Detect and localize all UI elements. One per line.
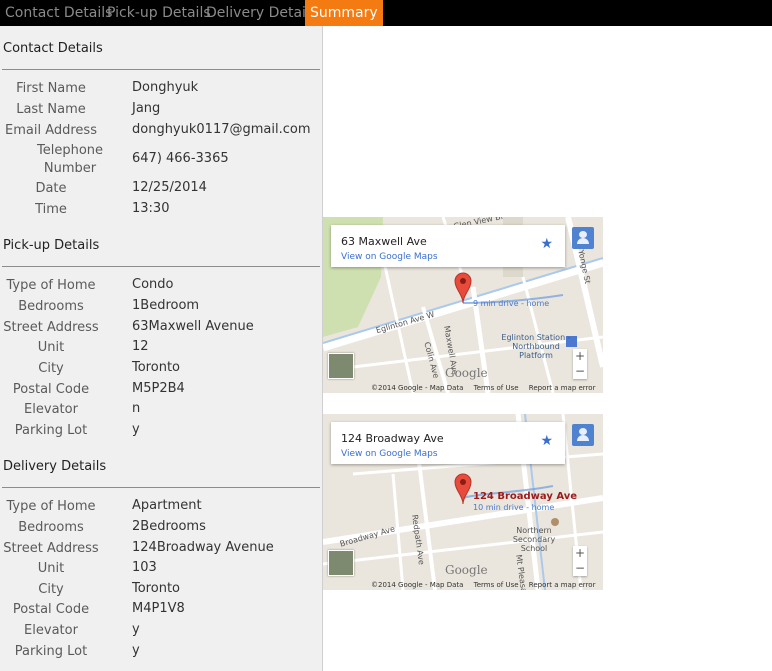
field-value: donghyuk0117@gmail.com [132, 122, 311, 137]
field-label: Postal Code [12, 382, 90, 397]
field-value: 124Broadway Avenue [132, 540, 274, 555]
field-label: Unit [37, 561, 65, 576]
view-on-google-maps-link[interactable]: View on Google Maps [341, 449, 438, 459]
field-label: Elevator [24, 623, 78, 638]
report-error-link[interactable]: Report a map error [529, 581, 596, 589]
delivery-section-title: Delivery Details [3, 459, 107, 474]
field-label: Parking Lot [14, 644, 88, 659]
drive-time: 9 min drive - home [473, 299, 550, 308]
field-label: Type of Home [6, 499, 96, 514]
view-on-google-maps-link[interactable]: View on Google Maps [341, 252, 438, 262]
field-label: Elevator [24, 402, 78, 417]
top-nav: Contact Details Pick-up Details Delivery… [0, 0, 772, 26]
pickup-section-title: Pick-up Details [3, 238, 100, 253]
school-label: Northern Secondary School [512, 526, 556, 553]
field-value: Apartment [132, 498, 202, 513]
tab-contact-details[interactable]: Contact Details [5, 0, 112, 26]
field-label: Postal Code [12, 602, 90, 617]
field-label: Last Name [16, 102, 86, 117]
map-data-text: ©2014 Google - Map Data [371, 384, 464, 392]
field-label: City [38, 582, 64, 597]
field-label: City [38, 361, 64, 376]
field-label: First Name [16, 81, 86, 96]
tab-pickup-details[interactable]: Pick-up Details [107, 0, 211, 26]
field-value: M4P1V8 [132, 601, 185, 616]
zoom-in-button[interactable]: + [573, 546, 587, 561]
field-label: Bedrooms [18, 299, 84, 314]
star-icon[interactable]: ★ [540, 433, 553, 449]
pickup-map[interactable]: Eglinton Ave W Maxwell Ave Colin Ave Yon… [323, 217, 603, 393]
pegman-icon[interactable] [572, 227, 594, 249]
map-data-text: ©2014 Google - Map Data [371, 581, 464, 589]
field-value: y [132, 622, 140, 637]
tab-delivery-details[interactable]: Delivery Details [206, 0, 317, 26]
field-label: Street Address [3, 541, 99, 556]
zoom-control: + − [573, 349, 587, 379]
field-label: Email Address [5, 123, 97, 138]
field-value: 63Maxwell Avenue [132, 319, 254, 334]
drive-time: 10 min drive - home [473, 503, 555, 512]
field-label: Telephone Number [36, 143, 104, 176]
tab-summary[interactable]: Summary [305, 0, 383, 26]
station-label: Eglinton Station - Northbound Platform [501, 333, 571, 360]
field-value: Toronto [132, 581, 180, 596]
satellite-thumbnail[interactable] [328, 550, 354, 576]
marker-label: 124 Broadway Ave [473, 491, 578, 502]
info-window: 124 Broadway Ave View on Google Maps ★ [331, 422, 565, 464]
field-label: Bedrooms [18, 520, 84, 535]
info-title: 63 Maxwell Ave [341, 235, 427, 248]
field-value: Toronto [132, 360, 180, 375]
divider [2, 487, 320, 488]
pegman-icon[interactable] [572, 424, 594, 446]
google-logo: Google [445, 563, 488, 577]
field-value: n [132, 401, 141, 416]
map-attribution: ©2014 Google - Map Data Terms of Use Rep… [371, 384, 603, 392]
field-value: y [132, 422, 140, 437]
field-label: Time [35, 202, 67, 217]
delivery-map[interactable]: 124 Broadway Ave 10 min drive - home Bro… [323, 414, 603, 590]
field-value: Donghyuk [132, 80, 199, 95]
divider [2, 266, 320, 267]
field-value: 13:30 [132, 201, 170, 216]
field-label: Type of Home [6, 278, 96, 293]
field-label: Date [35, 181, 67, 196]
star-icon[interactable]: ★ [540, 236, 553, 252]
map-attribution: ©2014 Google - Map Data Terms of Use Rep… [371, 581, 603, 589]
field-value: 647) 466-3365 [132, 151, 229, 166]
field-label: Street Address [3, 320, 99, 335]
field-value: y [132, 643, 140, 658]
report-error-link[interactable]: Report a map error [529, 384, 596, 392]
field-value: 12 [132, 339, 149, 354]
zoom-out-button[interactable]: − [573, 364, 587, 379]
zoom-in-button[interactable]: + [573, 349, 587, 364]
field-value: Jang [132, 101, 161, 116]
field-label: Unit [37, 340, 65, 355]
satellite-thumbnail[interactable] [328, 353, 354, 379]
field-value: 2Bedrooms [132, 519, 206, 534]
field-value: 103 [132, 560, 157, 575]
zoom-out-button[interactable]: − [573, 561, 587, 576]
terms-link[interactable]: Terms of Use [474, 384, 519, 392]
terms-link[interactable]: Terms of Use [474, 581, 519, 589]
field-value: Condo [132, 277, 174, 292]
info-title: 124 Broadway Ave [341, 432, 444, 445]
info-window: 63 Maxwell Ave View on Google Maps ★ [331, 225, 565, 267]
field-value: 1Bedroom [132, 298, 200, 313]
google-logo: Google [445, 366, 488, 380]
zoom-control: + − [573, 546, 587, 576]
divider [2, 69, 320, 70]
summary-panel: Contact Details First Name Donghyuk Last… [0, 26, 323, 671]
contact-section-title: Contact Details [3, 41, 103, 56]
field-value: 12/25/2014 [132, 180, 207, 195]
field-value: M5P2B4 [132, 381, 185, 396]
field-label: Parking Lot [14, 423, 88, 438]
